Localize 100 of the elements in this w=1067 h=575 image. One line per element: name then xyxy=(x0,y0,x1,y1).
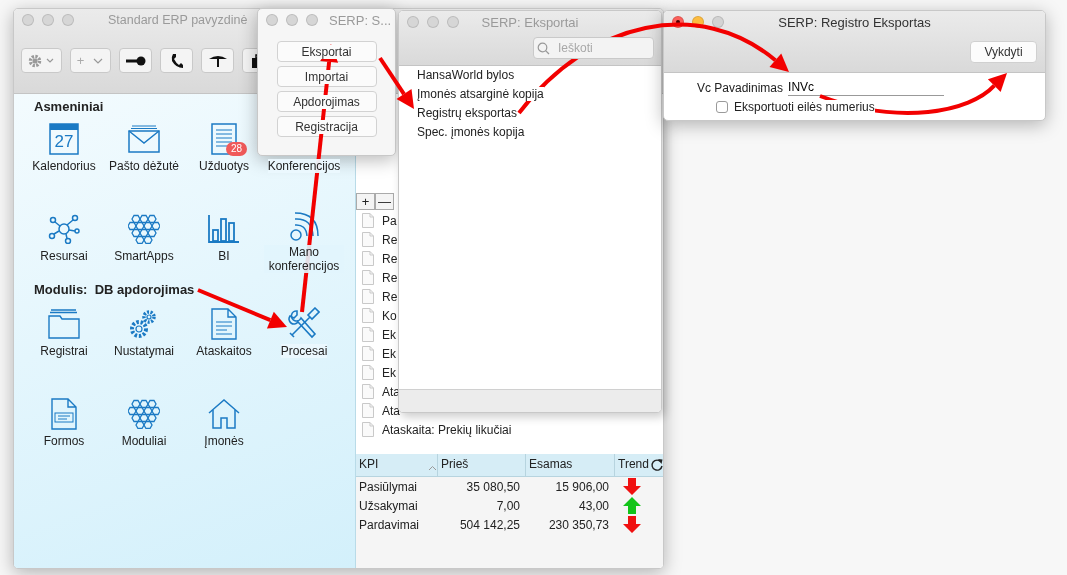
table-cell-text: 7,00 xyxy=(495,498,521,513)
section-heading: Modulis: DB apdorojimas xyxy=(34,282,195,298)
launcher-label[interactable]: Kalendorius xyxy=(32,159,96,173)
window-title: SERP: S... xyxy=(329,12,392,28)
launcher-label[interactable]: Nustatymai xyxy=(114,344,174,358)
down-arrow-icon xyxy=(623,478,641,495)
document-icon[interactable] xyxy=(211,308,237,340)
gear-icon xyxy=(27,53,56,68)
list-item[interactable]: Re xyxy=(382,232,398,247)
refresh-icon[interactable] xyxy=(650,458,663,472)
hexagons-icon[interactable] xyxy=(128,214,160,244)
envelope-icon[interactable] xyxy=(128,125,160,153)
list-item[interactable]: Registrų eksportas xyxy=(417,106,518,120)
network-icon[interactable] xyxy=(48,214,80,244)
field-label: Vc Pavadinimas xyxy=(697,80,784,95)
list-item[interactable]: Ek xyxy=(382,327,396,342)
section-heading: Asmeniniai xyxy=(34,99,104,115)
file-icon xyxy=(362,327,374,342)
key-icon xyxy=(124,54,147,67)
list-item[interactable]: Ataskaita: Prekių likučiai xyxy=(382,422,512,437)
add-button[interactable]: + xyxy=(356,193,375,210)
launcher-label[interactable]: Pašto dėžutė xyxy=(108,159,180,173)
table-cell-text: Pasiūlymai xyxy=(358,479,419,494)
up-arrow-icon xyxy=(623,497,641,514)
table-cell-text: 230 350,73 xyxy=(547,517,610,532)
list-item[interactable]: HansaWorld bylos xyxy=(417,68,515,82)
window-title: Standard ERP pavyzdinė xyxy=(108,13,248,27)
window-title: SERP: Registro Eksportas xyxy=(778,14,931,30)
file-icon xyxy=(362,251,374,266)
list-item[interactable]: Re xyxy=(382,270,398,285)
menu-button[interactable]: Registracija xyxy=(276,116,377,137)
file-icon xyxy=(362,308,374,323)
list-item[interactable]: Pa xyxy=(382,213,397,228)
list-item[interactable]: Ko xyxy=(382,308,397,323)
arrow xyxy=(378,56,414,109)
form-icon[interactable] xyxy=(51,398,77,430)
gears-icon[interactable] xyxy=(129,308,159,340)
launcher-label[interactable]: Formos xyxy=(43,434,85,448)
list-item[interactable]: Spec. įmonės kopija xyxy=(417,125,525,139)
table-cell-text: Užsakymai xyxy=(358,498,419,513)
bar-chart-icon[interactable] xyxy=(208,214,240,244)
window-title: SERP: Eksportai xyxy=(481,14,579,30)
calendar-date: 27 xyxy=(54,132,74,152)
calendar-icon[interactable] xyxy=(49,123,79,155)
key-button[interactable] xyxy=(119,48,152,73)
broadcast-icon[interactable] xyxy=(289,212,319,242)
notification-badge: 28 xyxy=(226,142,248,156)
column-header[interactable]: Esamas xyxy=(526,454,615,476)
table-cell-text: 43,00 xyxy=(577,498,610,513)
down-arrow-icon xyxy=(623,516,641,533)
file-icon xyxy=(362,270,374,285)
house-icon[interactable] xyxy=(208,399,240,429)
list-item[interactable]: Ata xyxy=(382,403,400,418)
folder-icon[interactable] xyxy=(48,309,80,339)
launcher-label[interactable]: Registrai xyxy=(40,344,88,358)
file-icon xyxy=(362,289,374,304)
list-item[interactable]: Ek xyxy=(382,346,396,361)
list-item[interactable]: Įmonės atsarginė kopija xyxy=(417,87,544,101)
input-field[interactable]: INVc xyxy=(788,79,945,96)
list-item[interactable]: Re xyxy=(382,289,398,304)
table-cell-text: 35 080,50 xyxy=(465,479,521,494)
run-button[interactable]: Vykdyti xyxy=(970,41,1037,63)
chevron-down-icon xyxy=(92,56,105,65)
file-icon xyxy=(362,213,374,228)
file-icon xyxy=(362,365,374,380)
launcher-label[interactable]: Ataskaitos xyxy=(196,344,252,358)
launcher-label[interactable]: Įmonės xyxy=(204,434,244,448)
file-icon xyxy=(362,346,374,361)
launcher-label[interactable]: BI xyxy=(218,249,230,263)
column-header[interactable]: KPI xyxy=(356,454,438,476)
phone-button[interactable] xyxy=(160,48,193,73)
menu-button[interactable]: Apdorojimas xyxy=(276,91,377,112)
list-item[interactable]: Ek xyxy=(382,365,396,380)
antenna-button[interactable] xyxy=(201,48,234,73)
column-header[interactable]: Trend xyxy=(615,454,649,476)
hexagons-icon[interactable] xyxy=(128,399,160,429)
phone-icon xyxy=(169,52,184,69)
launcher-label[interactable]: Procesai xyxy=(280,344,328,358)
launcher-label[interactable]: SmartApps xyxy=(114,249,174,263)
remove-button[interactable]: — xyxy=(375,193,394,210)
checkbox-label[interactable]: Eksportuoti eilės numerius xyxy=(734,99,875,114)
menu-button[interactable]: Eksportai xyxy=(276,41,377,62)
launcher-label[interactable]: Konferencijos xyxy=(267,159,341,173)
launcher-label[interactable]: Moduliai xyxy=(121,434,167,448)
tools-icon[interactable] xyxy=(288,307,320,339)
launcher-label[interactable]: Užduotys xyxy=(199,159,249,173)
list-item[interactable]: Re xyxy=(382,251,398,266)
file-icon xyxy=(362,232,374,247)
settings-menu-button[interactable] xyxy=(21,48,62,73)
search-field[interactable]: Ieškoti xyxy=(533,37,654,59)
file-icon xyxy=(362,403,374,418)
search-icon xyxy=(537,42,550,55)
column-header[interactable]: Prieš xyxy=(438,454,526,476)
file-icon xyxy=(362,422,374,437)
checkbox[interactable] xyxy=(716,100,728,113)
file-icon xyxy=(362,384,374,399)
table-cell-text: Pardavimai xyxy=(358,517,421,532)
table-cell-text: 15 906,00 xyxy=(554,479,610,494)
launcher-label[interactable]: Resursai xyxy=(40,249,88,263)
menu-button[interactable]: Importai xyxy=(276,66,377,87)
